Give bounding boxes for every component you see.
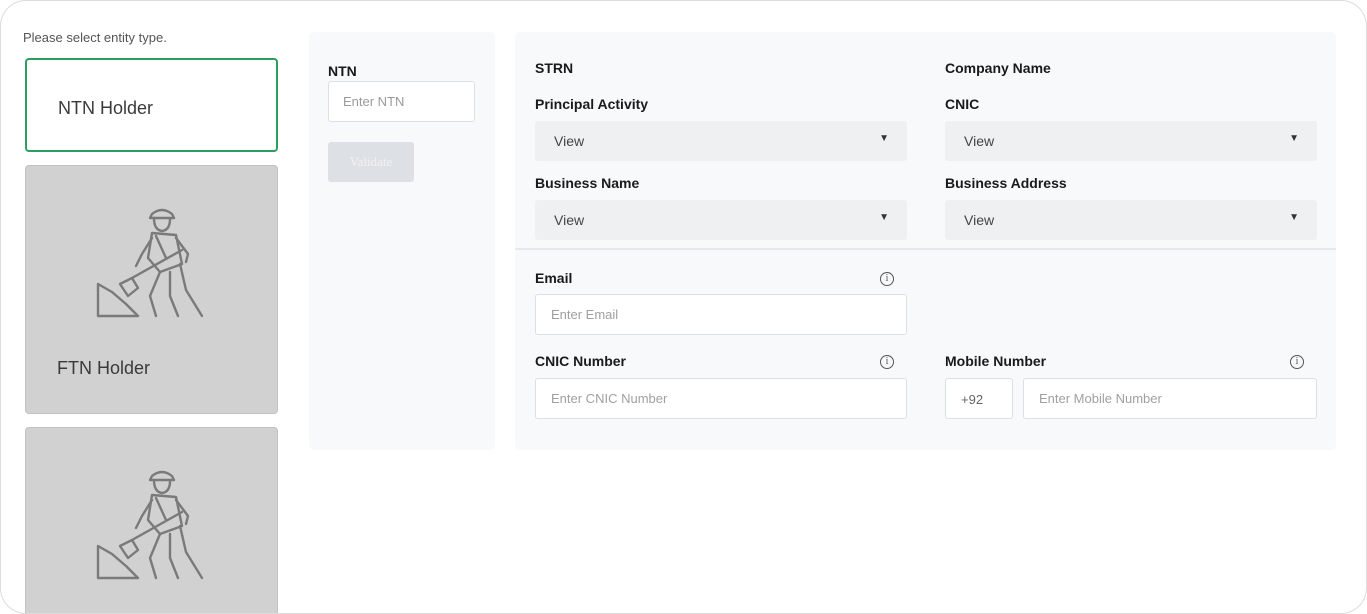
country-code-value: +92 — [961, 392, 984, 407]
email-input[interactable] — [535, 294, 907, 335]
mobile-number-info-icon[interactable]: i — [1290, 355, 1304, 369]
business-name-label: Business Name — [535, 175, 640, 191]
company-name-label: Company Name — [945, 60, 1051, 76]
worker-shovel-icon — [90, 462, 214, 586]
caret-down-icon: ▼ — [879, 133, 889, 144]
entity-card-ftn-holder[interactable]: FTN Holder — [25, 165, 278, 414]
principal-activity-select[interactable]: View ▼ — [535, 121, 907, 161]
business-name-select[interactable]: View ▼ — [535, 200, 907, 240]
details-panel: STRN Company Name Principal Activity CNI… — [515, 32, 1336, 450]
ntn-panel: NTN Validate — [309, 32, 495, 450]
business-address-label: Business Address — [945, 175, 1067, 191]
email-info-icon[interactable]: i — [880, 272, 894, 286]
ntn-label: NTN — [328, 63, 357, 79]
mobile-number-input[interactable] — [1023, 378, 1317, 419]
strn-label: STRN — [535, 60, 574, 76]
ntn-input[interactable] — [328, 81, 475, 122]
caret-down-icon: ▼ — [1289, 212, 1299, 223]
entity-card-third[interactable] — [25, 427, 278, 613]
validate-button[interactable]: Validate — [328, 142, 414, 182]
cnic-number-label: CNIC Number — [535, 353, 627, 369]
email-label: Email — [535, 270, 573, 286]
country-code-prefix: +92 — [945, 378, 1013, 419]
cnic-number-info-icon[interactable]: i — [880, 355, 894, 369]
entity-card-ntn-holder[interactable]: NTN Holder — [25, 58, 278, 152]
worker-shovel-icon — [90, 200, 214, 324]
entity-card-label: FTN Holder — [57, 358, 151, 378]
section-divider — [515, 248, 1336, 250]
business-address-value: View — [964, 212, 995, 228]
principal-activity-label: Principal Activity — [535, 96, 649, 112]
principal-activity-value: View — [554, 133, 585, 149]
entity-type-prompt: Please select entity type. — [23, 30, 167, 45]
caret-down-icon: ▼ — [1289, 133, 1299, 144]
cnic-number-input[interactable] — [535, 378, 907, 419]
entity-card-label: NTN Holder — [58, 98, 154, 118]
entity-registration-form: Please select entity type. NTN Holder FT… — [0, 0, 1367, 614]
cnic-value: View — [964, 133, 995, 149]
mobile-number-label: Mobile Number — [945, 353, 1047, 369]
business-address-select[interactable]: View ▼ — [945, 200, 1317, 240]
cnic-label: CNIC — [945, 96, 980, 112]
business-name-value: View — [554, 212, 585, 228]
caret-down-icon: ▼ — [879, 212, 889, 223]
cnic-select[interactable]: View ▼ — [945, 121, 1317, 161]
